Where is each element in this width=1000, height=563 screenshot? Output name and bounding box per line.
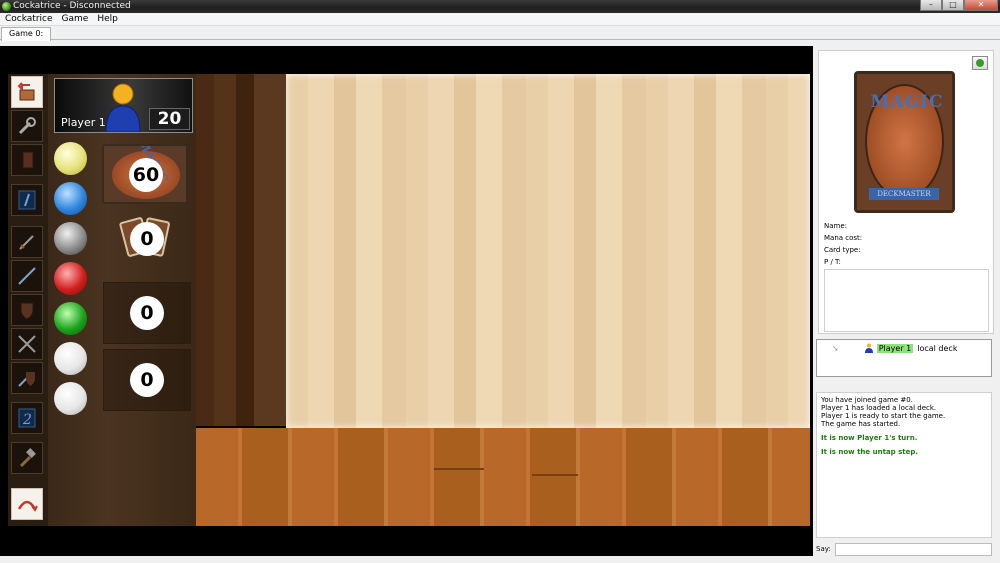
player-list-row[interactable]: ➘ Player 1 local deck xyxy=(832,343,957,353)
white-mana-counter[interactable] xyxy=(54,142,87,175)
message-log[interactable]: You have joined game #0. Player 1 has lo… xyxy=(816,392,992,538)
green-mana-counter[interactable] xyxy=(54,302,87,335)
player-avatar-box[interactable]: Player 1 20 xyxy=(54,78,193,133)
life-counter[interactable]: 20 xyxy=(149,108,190,130)
block-icon[interactable] xyxy=(11,362,43,394)
menu-cockatrice[interactable]: Cockatrice xyxy=(0,13,57,25)
player-panel: Player 1 20 MAGIC 60 0 0 0 xyxy=(48,74,196,526)
card-preview-logo: MAGIC xyxy=(870,92,944,112)
log-line: The game has started. xyxy=(821,420,901,428)
player-list: ➘ Player 1 local deck xyxy=(816,339,992,377)
hammer-icon[interactable] xyxy=(11,442,43,474)
exile-zone[interactable]: 0 xyxy=(103,349,191,411)
tab-game-0[interactable]: Game 0: xyxy=(1,27,52,41)
exile-count: 0 xyxy=(130,363,164,397)
lance-icon[interactable] xyxy=(11,260,43,292)
plus-icon xyxy=(976,59,984,67)
wrench-icon[interactable] xyxy=(11,110,43,142)
close-button[interactable]: ✕ xyxy=(964,0,998,11)
card-preview-subtitle: DECKMASTER xyxy=(869,188,939,200)
tab-bar: Game 0: xyxy=(0,26,1000,41)
player-avatar-icon xyxy=(105,83,141,132)
right-panel: MAGIC DECKMASTER Name: Mana cost: Card t… xyxy=(813,46,1000,563)
say-bar: Say: xyxy=(816,543,992,557)
black-mana-counter[interactable] xyxy=(54,222,87,255)
menu-help[interactable]: Help xyxy=(92,13,122,25)
pointer-icon: ➘ xyxy=(832,343,839,353)
card-back-icon[interactable] xyxy=(11,144,43,176)
table-zone[interactable] xyxy=(286,74,810,428)
wood-seam xyxy=(532,474,578,476)
zoom-button[interactable] xyxy=(972,56,988,70)
window-controls: – □ ✕ xyxy=(920,0,998,12)
window-title-bar: Cockatrice - Disconnected – □ ✕ xyxy=(0,0,1000,13)
card-type-label: Card type: xyxy=(824,246,861,254)
blue-mana-counter[interactable] xyxy=(54,182,87,215)
red-mana-counter[interactable] xyxy=(54,262,87,295)
log-line-turn: It is now Player 1's turn. xyxy=(821,434,918,442)
player-name: Player 1 xyxy=(61,116,106,129)
wood-seam xyxy=(434,468,484,470)
card-preview: MAGIC DECKMASTER xyxy=(854,71,955,213)
window-title: Cockatrice - Disconnected xyxy=(13,1,131,11)
stack-zone[interactable] xyxy=(196,74,286,426)
card-text-box[interactable] xyxy=(824,269,989,332)
untap-icon[interactable] xyxy=(11,184,43,216)
undo-icon[interactable] xyxy=(11,76,43,108)
card-pt-label: P / T: xyxy=(824,258,841,266)
library-zone[interactable]: MAGIC 60 xyxy=(102,144,188,204)
phase-toolbar: 2 xyxy=(8,74,48,526)
library-count: 60 xyxy=(129,158,163,192)
sword-icon[interactable] xyxy=(11,226,43,258)
player-small-icon xyxy=(864,343,873,353)
menu-bar: Cockatrice Game Help xyxy=(0,13,1000,26)
say-label: Say: xyxy=(816,545,831,553)
card-info-panel: MAGIC DECKMASTER Name: Mana cost: Card t… xyxy=(818,50,994,334)
game-view: 2 Player 1 20 MAGIC 60 xyxy=(0,46,813,556)
log-line-phase: It is now the untap step. xyxy=(821,448,919,456)
graveyard-zone[interactable]: 0 xyxy=(103,282,191,344)
minimize-button[interactable]: – xyxy=(920,0,942,11)
log-line: You have joined game #0. xyxy=(821,396,913,404)
colorless-mana-counter[interactable] xyxy=(54,342,87,375)
end-turn-icon[interactable] xyxy=(11,488,43,520)
log-line: Player 1 has loaded a local deck. xyxy=(821,404,937,412)
graveyard-count: 0 xyxy=(130,296,164,330)
card-mana-cost-label: Mana cost: xyxy=(824,234,863,242)
crossed-swords-icon[interactable] xyxy=(11,328,43,360)
upkeep-icon[interactable]: 2 xyxy=(11,402,43,434)
menu-game[interactable]: Game xyxy=(57,13,93,25)
maximize-button[interactable]: □ xyxy=(942,0,964,11)
cockatrice-app-icon xyxy=(2,2,11,11)
card-name-label: Name: xyxy=(824,222,848,230)
say-input[interactable] xyxy=(835,543,992,556)
storm-counter[interactable] xyxy=(54,382,87,415)
log-line: Player 1 is ready to start the game. xyxy=(821,412,946,420)
hand-zone[interactable] xyxy=(196,428,810,526)
player-list-name: Player 1 xyxy=(876,343,914,353)
shield-icon[interactable] xyxy=(11,294,43,326)
svg-text:2: 2 xyxy=(22,412,32,428)
player-list-deck: local deck xyxy=(917,343,958,353)
hand-count[interactable]: 0 xyxy=(130,222,164,256)
